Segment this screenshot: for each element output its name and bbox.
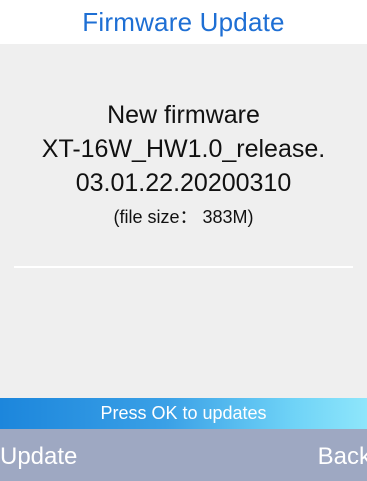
back-softkey[interactable]: Back <box>318 443 367 471</box>
firmware-heading: New firmware <box>107 101 260 129</box>
softkey-bar: Update Back <box>0 429 367 481</box>
hint-text: Press OK to updates <box>100 403 267 423</box>
update-softkey[interactable]: Update <box>0 443 77 471</box>
firmware-name-line-2: 03.01.22.20200310 <box>75 169 292 197</box>
divider <box>14 266 353 268</box>
firmware-info: New firmware XT-16W_HW1.0_release. 03.01… <box>0 98 367 232</box>
firmware-info-panel: New firmware XT-16W_HW1.0_release. 03.01… <box>0 44 367 398</box>
firmware-name-line-1: XT-16W_HW1.0_release. <box>41 135 326 163</box>
file-size-label: (file size： 383M) <box>113 207 254 227</box>
title-bar: Firmware Update <box>0 0 367 44</box>
hint-bar: Press OK to updates <box>0 398 367 429</box>
page-title: Firmware Update <box>82 6 285 37</box>
